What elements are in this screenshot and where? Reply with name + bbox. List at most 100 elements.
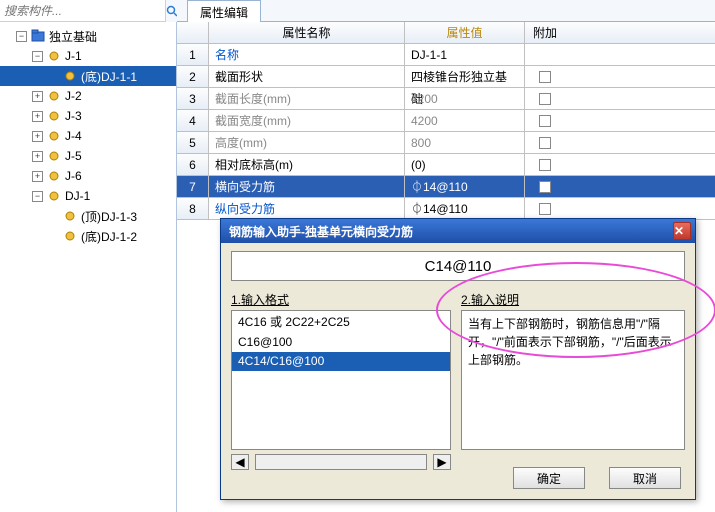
- tree-label: J-5: [65, 149, 82, 163]
- input-format-label: 1.输入格式: [231, 291, 451, 308]
- item-icon: [47, 49, 61, 63]
- search-input[interactable]: [0, 2, 165, 20]
- close-icon: ✕: [674, 224, 690, 238]
- tree-label: J-6: [65, 169, 82, 183]
- extra-checkbox[interactable]: [539, 203, 551, 215]
- tree-panel: − 独立基础 − J-1 (底)DJ-1-1 + J-2 + J-3 + J-4: [0, 0, 177, 512]
- property-grid: 属性名称 属性值 附加 1名称DJ-1-12截面形状四棱锥台形独立基础3截面长度…: [177, 22, 715, 220]
- tree-node-dj1-bottom[interactable]: (底)DJ-1-2: [0, 226, 176, 246]
- property-value[interactable]: ⏀14@110: [405, 198, 525, 219]
- extra-cell: [525, 176, 565, 197]
- search-row: [0, 0, 176, 22]
- collapse-icon[interactable]: −: [32, 191, 43, 202]
- property-name: 截面宽度(mm): [209, 110, 405, 131]
- grid-header: 属性名称 属性值 附加: [177, 22, 715, 44]
- chevron-left-icon: ◀: [235, 455, 244, 469]
- table-row[interactable]: 6相对底标高(m)(0): [177, 154, 715, 176]
- explain-textbox: 当有上下部钢筋时，钢筋信息用"/"隔开，"/"前面表示下部钢筋，"/"后面表示上…: [461, 310, 685, 450]
- extra-cell: [525, 110, 565, 131]
- tree-node-j4[interactable]: + J-4: [0, 126, 176, 146]
- expand-icon[interactable]: +: [32, 151, 43, 162]
- list-item[interactable]: C16@100: [232, 333, 450, 352]
- extra-checkbox[interactable]: [539, 71, 551, 83]
- tree-node-j6[interactable]: + J-6: [0, 166, 176, 186]
- scroll-track[interactable]: [255, 454, 427, 470]
- tree: − 独立基础 − J-1 (底)DJ-1-1 + J-2 + J-3 + J-4: [0, 22, 176, 250]
- close-button[interactable]: ✕: [673, 222, 691, 240]
- row-number: 1: [177, 44, 209, 65]
- property-name: 截面形状: [209, 66, 405, 87]
- property-value[interactable]: 4200: [405, 110, 525, 131]
- tree-node-root[interactable]: − 独立基础: [0, 26, 176, 46]
- scroll-left-button[interactable]: ◀: [231, 454, 249, 470]
- dialog-titlebar[interactable]: 钢筋输入助手-独基单元横向受力筋 ✕: [221, 219, 695, 243]
- tree-node-j1-bottom[interactable]: (底)DJ-1-1: [0, 66, 176, 86]
- table-row[interactable]: 7横向受力筋⏀14@110: [177, 176, 715, 198]
- format-listbox[interactable]: 4C16 或 2C22+2C25 C16@100 4C14/C16@100: [231, 310, 451, 450]
- scroll-controls: ◀ ▶: [231, 454, 451, 470]
- extra-checkbox[interactable]: [539, 159, 551, 171]
- property-value[interactable]: 4200: [405, 88, 525, 109]
- scroll-right-button[interactable]: ▶: [433, 454, 451, 470]
- table-row[interactable]: 5高度(mm)800: [177, 132, 715, 154]
- extra-checkbox[interactable]: [539, 115, 551, 127]
- tree-label: (底)DJ-1-1: [81, 68, 137, 85]
- tree-node-j2[interactable]: + J-2: [0, 86, 176, 106]
- list-item[interactable]: 4C16 或 2C22+2C25: [232, 311, 450, 333]
- tree-node-j5[interactable]: + J-5: [0, 146, 176, 166]
- property-value[interactable]: (0): [405, 154, 525, 175]
- row-number: 6: [177, 154, 209, 175]
- property-name: 截面长度(mm): [209, 88, 405, 109]
- tree-label: J-3: [65, 109, 82, 123]
- property-name: 横向受力筋: [209, 176, 405, 197]
- spacer: [48, 71, 59, 82]
- tree-label: (底)DJ-1-2: [81, 228, 137, 245]
- rebar-display[interactable]: C14@110: [231, 251, 685, 281]
- expand-icon[interactable]: +: [32, 111, 43, 122]
- item-icon: [47, 109, 61, 123]
- property-value[interactable]: 四棱锥台形独立基础: [405, 66, 525, 87]
- collapse-icon[interactable]: −: [32, 51, 43, 62]
- expand-icon[interactable]: +: [32, 91, 43, 102]
- collapse-icon[interactable]: −: [16, 31, 27, 42]
- tree-node-dj1-top[interactable]: (顶)DJ-1-3: [0, 206, 176, 226]
- cancel-button[interactable]: 取消: [609, 467, 681, 489]
- extra-cell: [525, 132, 565, 153]
- table-row[interactable]: 4截面宽度(mm)4200: [177, 110, 715, 132]
- tree-node-j1[interactable]: − J-1: [0, 46, 176, 66]
- expand-icon[interactable]: +: [32, 131, 43, 142]
- property-name: 相对底标高(m): [209, 154, 405, 175]
- spacer: [48, 231, 59, 242]
- table-row[interactable]: 8纵向受力筋⏀14@110: [177, 198, 715, 220]
- extra-checkbox[interactable]: [539, 93, 551, 105]
- list-item[interactable]: 4C14/C16@100: [232, 352, 450, 371]
- tree-node-dj1[interactable]: − DJ-1: [0, 186, 176, 206]
- property-value[interactable]: DJ-1-1: [405, 44, 525, 65]
- item-icon: [63, 229, 77, 243]
- property-name: 纵向受力筋: [209, 198, 405, 219]
- expand-icon[interactable]: +: [32, 171, 43, 182]
- header-extra: 附加: [525, 22, 565, 43]
- dialog-body: C14@110 1.输入格式 4C16 或 2C22+2C25 C16@100 …: [221, 243, 695, 478]
- row-number: 2: [177, 66, 209, 87]
- table-row[interactable]: 1名称DJ-1-1: [177, 44, 715, 66]
- property-name: 高度(mm): [209, 132, 405, 153]
- property-value[interactable]: 800: [405, 132, 525, 153]
- extra-cell: [525, 198, 565, 219]
- tree-label: (顶)DJ-1-3: [81, 208, 137, 225]
- tree-label: J-2: [65, 89, 82, 103]
- extra-checkbox[interactable]: [539, 181, 551, 193]
- item-icon: [63, 209, 77, 223]
- item-icon: [47, 149, 61, 163]
- row-number: 5: [177, 132, 209, 153]
- table-row[interactable]: 2截面形状四棱锥台形独立基础: [177, 66, 715, 88]
- item-icon: [47, 169, 61, 183]
- property-value[interactable]: ⏀14@110: [405, 176, 525, 197]
- tab-property-edit[interactable]: 属性编辑: [187, 0, 261, 24]
- extra-checkbox[interactable]: [539, 137, 551, 149]
- table-row[interactable]: 3截面长度(mm)4200: [177, 88, 715, 110]
- tree-node-j3[interactable]: + J-3: [0, 106, 176, 126]
- ok-button[interactable]: 确定: [513, 467, 585, 489]
- row-number: 3: [177, 88, 209, 109]
- header-value: 属性值: [405, 22, 525, 43]
